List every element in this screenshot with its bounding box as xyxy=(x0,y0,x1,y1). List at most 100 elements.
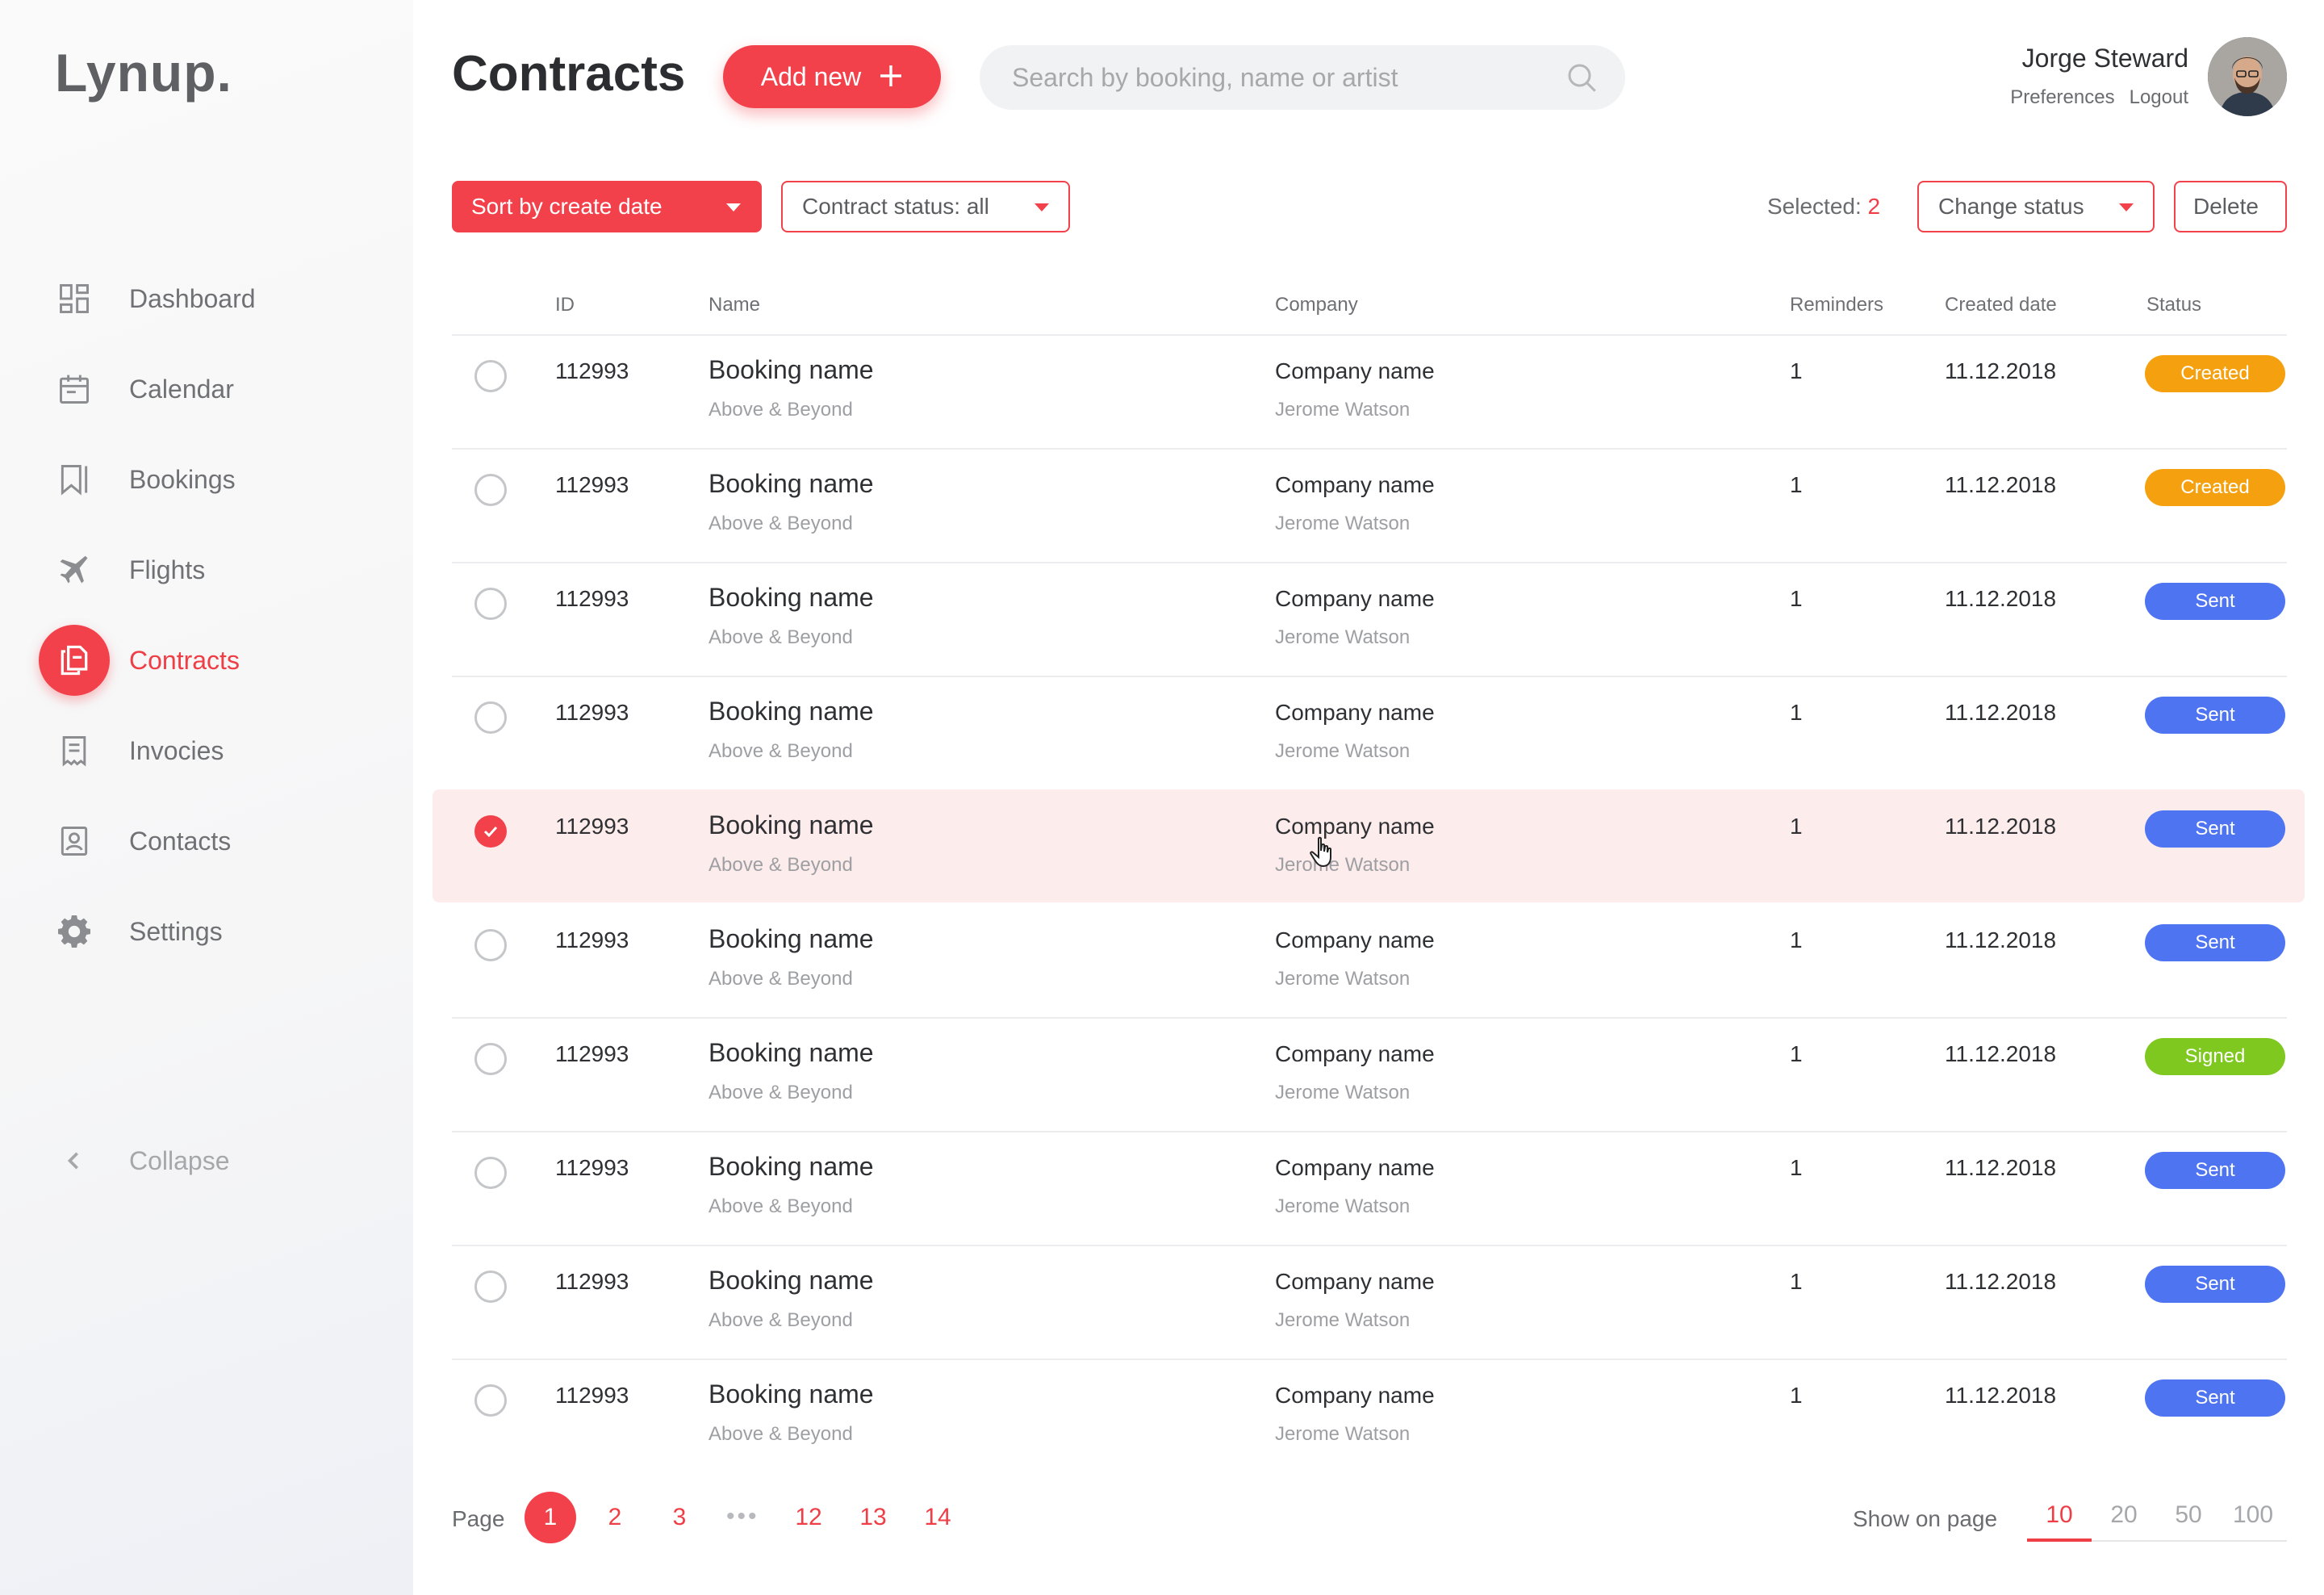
reminders-count: 1 xyxy=(1790,358,1803,383)
status-badge[interactable]: Sent xyxy=(2145,1152,2285,1189)
row-select-radio[interactable] xyxy=(474,815,507,848)
delete-button[interactable]: Delete xyxy=(2174,181,2287,232)
page-button-14[interactable]: 14 xyxy=(912,1492,963,1543)
booking-name-link[interactable]: Booking name xyxy=(708,583,874,613)
sidebar-item-contracts[interactable]: Contracts xyxy=(0,620,413,701)
artist-name: Above & Beyond xyxy=(708,399,853,421)
search-icon[interactable] xyxy=(1565,61,1598,94)
sidebar-item-calendar[interactable]: Calendar xyxy=(0,349,413,429)
logout-link[interactable]: Logout xyxy=(2130,86,2188,108)
status-badge[interactable]: Sent xyxy=(2145,924,2285,961)
table-row[interactable]: 112993 Booking name Above & Beyond Company … xyxy=(452,334,2287,447)
page-button-1[interactable]: 1 xyxy=(525,1492,576,1543)
status-badge[interactable]: Sent xyxy=(2145,810,2285,848)
status-badge[interactable]: Sent xyxy=(2145,1266,2285,1303)
column-header-status[interactable]: Status xyxy=(2146,294,2201,316)
row-select-radio[interactable] xyxy=(474,474,507,506)
company-name: Company name xyxy=(1275,814,1435,839)
reminders-count: 1 xyxy=(1790,1155,1803,1180)
sidebar-item-settings[interactable]: Settings xyxy=(0,891,413,972)
row-select-radio[interactable] xyxy=(474,1384,507,1417)
show-option-20[interactable]: 20 xyxy=(2092,1501,2156,1529)
status-badge[interactable]: Sent xyxy=(2145,697,2285,734)
sidebar-item-label: Flights xyxy=(129,555,206,584)
table-row[interactable]: 112993 Booking name Above & Beyond Company … xyxy=(452,1017,2287,1130)
contact-name: Jerome Watson xyxy=(1275,740,1411,762)
company-name: Company name xyxy=(1275,1041,1435,1066)
sidebar: Lynup. Dashboard Calendar Bookings Fligh… xyxy=(0,0,413,1595)
sidebar-item-flights[interactable]: Flights xyxy=(0,530,413,610)
check-icon xyxy=(483,826,498,838)
column-header-reminders[interactable]: Reminders xyxy=(1790,294,1883,316)
table-row[interactable]: 112993 Booking name Above & Beyond Company … xyxy=(433,789,2305,902)
booking-name-link[interactable]: Booking name xyxy=(708,1379,874,1409)
booking-name-link[interactable]: Booking name xyxy=(708,355,874,385)
page-button-13[interactable]: 13 xyxy=(847,1492,899,1543)
status-badge[interactable]: Created xyxy=(2145,355,2285,392)
column-header-id[interactable]: ID xyxy=(555,294,575,316)
table-row[interactable]: 112993 Booking name Above & Beyond Company … xyxy=(452,903,2287,1016)
reminders-count: 1 xyxy=(1790,586,1803,611)
sidebar-item-bookings[interactable]: Bookings xyxy=(0,439,413,520)
row-select-radio[interactable] xyxy=(474,1043,507,1075)
sidebar-item-contacts[interactable]: Contacts xyxy=(0,801,413,881)
collapse-label: Collapse xyxy=(129,1145,230,1175)
status-badge[interactable]: Sent xyxy=(2145,583,2285,620)
page-button-3[interactable]: 3 xyxy=(654,1492,705,1543)
row-select-radio[interactable] xyxy=(474,360,507,392)
row-select-radio[interactable] xyxy=(474,1271,507,1303)
status-badge[interactable]: Sent xyxy=(2145,1379,2285,1417)
app-logo[interactable]: Lynup. xyxy=(55,42,232,103)
page-button-2[interactable]: 2 xyxy=(589,1492,641,1543)
contract-status-dropdown[interactable]: Contract status: all xyxy=(781,181,1070,232)
booking-name-link[interactable]: Booking name xyxy=(708,1038,874,1068)
show-option-100[interactable]: 100 xyxy=(2221,1501,2285,1529)
booking-name-link[interactable]: Booking name xyxy=(708,810,874,840)
table-row[interactable]: 112993 Booking name Above & Beyond Company … xyxy=(452,1131,2287,1244)
show-option-10[interactable]: 10 xyxy=(2027,1501,2092,1529)
row-select-radio[interactable] xyxy=(474,588,507,620)
row-select-radio[interactable] xyxy=(474,1157,507,1189)
table-row[interactable]: 112993 Booking name Above & Beyond Company … xyxy=(452,448,2287,561)
booking-name-link[interactable]: Booking name xyxy=(708,924,874,954)
row-id: 112993 xyxy=(555,814,629,839)
delete-label: Delete xyxy=(2193,194,2259,219)
table-row[interactable]: 112993 Booking name Above & Beyond Company … xyxy=(452,1245,2287,1358)
column-header-created-date[interactable]: Created date xyxy=(1945,294,2057,316)
search-bar xyxy=(980,45,1625,110)
collapse-button[interactable]: Collapse xyxy=(0,1120,413,1201)
user-name[interactable]: Jorge Steward xyxy=(1937,44,2188,73)
table-row[interactable]: 112993 Booking name Above & Beyond Company … xyxy=(452,562,2287,675)
status-badge[interactable]: Created xyxy=(2145,469,2285,506)
page-button-12[interactable]: 12 xyxy=(783,1492,834,1543)
table-row[interactable]: 112993 Booking name Above & Beyond Company … xyxy=(452,1358,2287,1472)
contact-name: Jerome Watson xyxy=(1275,1423,1411,1445)
booking-name-link[interactable]: Booking name xyxy=(708,469,874,499)
sidebar-item-invoices[interactable]: Invocies xyxy=(0,710,413,791)
artist-name: Above & Beyond xyxy=(708,626,853,648)
artist-name: Above & Beyond xyxy=(708,1309,853,1331)
search-input[interactable] xyxy=(1012,62,1561,93)
sort-dropdown[interactable]: Sort by create date xyxy=(452,181,762,232)
contact-name: Jerome Watson xyxy=(1275,1309,1411,1331)
change-status-dropdown[interactable]: Change status xyxy=(1917,181,2155,232)
status-badge[interactable]: Signed xyxy=(2145,1038,2285,1075)
row-id: 112993 xyxy=(555,700,629,725)
show-option-50[interactable]: 50 xyxy=(2156,1501,2221,1529)
booking-name-link[interactable]: Booking name xyxy=(708,1266,874,1296)
company-name: Company name xyxy=(1275,927,1435,952)
created-date: 11.12.2018 xyxy=(1945,358,2057,383)
table-row[interactable]: 112993 Booking name Above & Beyond Company … xyxy=(452,676,2287,789)
add-new-button[interactable]: Add new xyxy=(723,45,941,108)
row-select-radio[interactable] xyxy=(474,929,507,961)
column-header-company[interactable]: Company xyxy=(1275,294,1358,316)
row-select-radio[interactable] xyxy=(474,701,507,734)
preferences-link[interactable]: Preferences xyxy=(2010,86,2114,108)
avatar[interactable] xyxy=(2208,37,2287,116)
booking-name-link[interactable]: Booking name xyxy=(708,697,874,726)
contact-name: Jerome Watson xyxy=(1275,513,1411,534)
booking-name-link[interactable]: Booking name xyxy=(708,1152,874,1182)
sidebar-item-dashboard[interactable]: Dashboard xyxy=(0,258,413,339)
column-header-name[interactable]: Name xyxy=(708,294,760,316)
reminders-count: 1 xyxy=(1790,814,1803,839)
